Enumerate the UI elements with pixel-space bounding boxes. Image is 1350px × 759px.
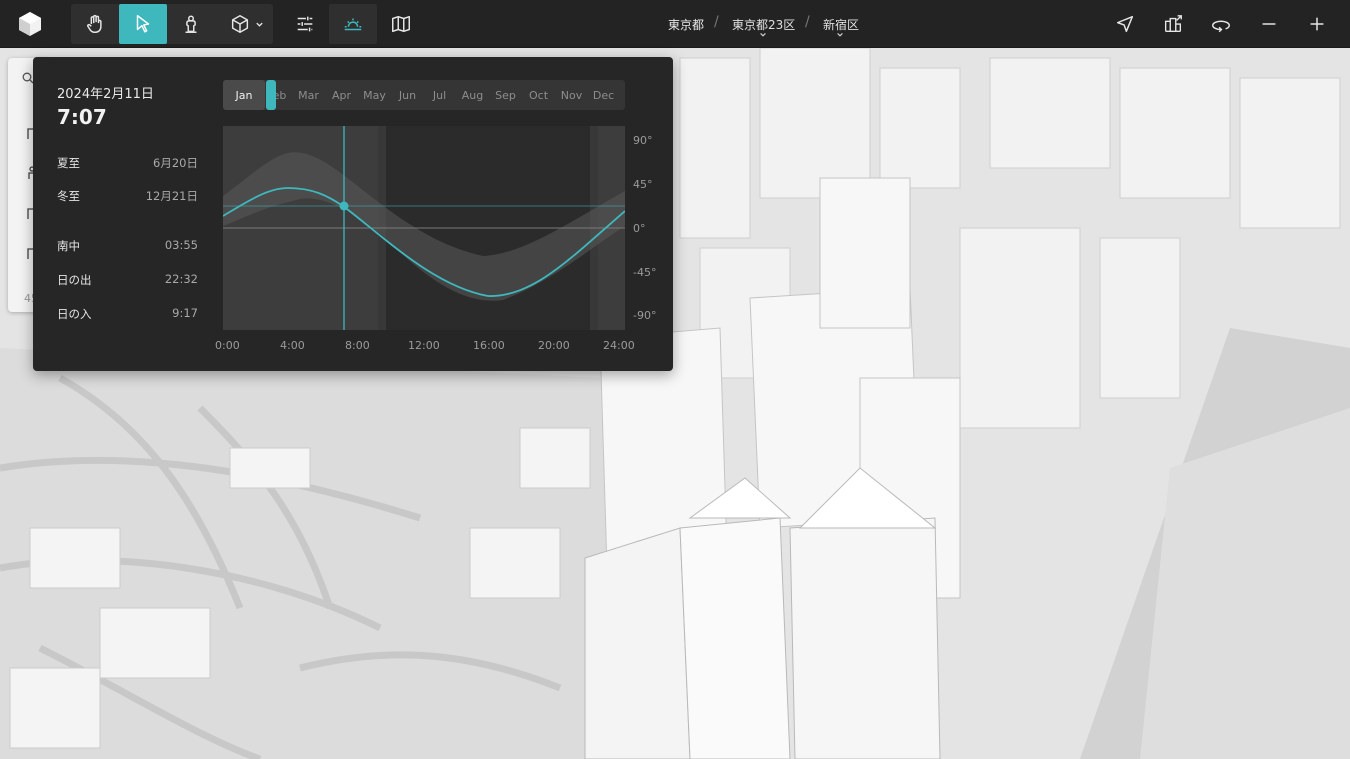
month-selector[interactable]: Jan eb Mar Apr May Jun Jul Aug Sep Oct N…	[223, 80, 625, 110]
top-toolbar: 東京都 / 東京都23区 / 新宿区	[0, 0, 1350, 48]
minus-icon	[1262, 23, 1276, 25]
sun-position-panel: 2024年2月11日 7:07 夏至 6月20日 冬至 12月21日 南中 03…	[33, 57, 673, 371]
hand-tool-button[interactable]	[71, 4, 119, 44]
month-aug[interactable]: Aug	[456, 80, 489, 110]
month-sep[interactable]: Sep	[489, 80, 522, 110]
winter-solstice-label: 冬至	[57, 189, 80, 203]
month-nov[interactable]: Nov	[555, 80, 588, 110]
x-tick-label: 12:00	[408, 339, 440, 352]
month-oct[interactable]: Oct	[522, 80, 555, 110]
map-layer-button[interactable]	[377, 4, 425, 44]
pedestrian-tool-button[interactable]	[167, 4, 215, 44]
culmination-label: 南中	[57, 239, 80, 253]
month-mar[interactable]: Mar	[292, 80, 325, 110]
sun-position-marker[interactable]	[339, 201, 349, 211]
summer-solstice-value[interactable]: 6月20日	[153, 155, 198, 171]
x-tick-label: 20:00	[538, 339, 570, 352]
sun-position-button[interactable]	[329, 4, 377, 44]
month-dec[interactable]: Dec	[587, 80, 620, 110]
x-tick-label: 4:00	[280, 339, 305, 352]
y-tick-label: -90°	[633, 309, 657, 322]
sun-altitude-chart[interactable]	[223, 126, 625, 330]
navigate-button[interactable]	[1101, 4, 1149, 44]
month-apr[interactable]: Apr	[325, 80, 358, 110]
orbit-icon	[1212, 20, 1230, 33]
chevron-down-icon	[256, 22, 263, 27]
x-tick-label: 0:00	[215, 339, 240, 352]
pedestrian-icon	[185, 15, 197, 33]
sunset-value: 9:17	[172, 306, 198, 320]
pointer-icon	[136, 15, 150, 33]
x-tick-label: 8:00	[345, 339, 370, 352]
zoom-out-button[interactable]	[1245, 4, 1293, 44]
month-jul[interactable]: Jul	[423, 80, 456, 110]
settings-button[interactable]	[281, 4, 329, 44]
selected-date: 2024年2月11日	[57, 87, 154, 102]
month-may[interactable]: May	[358, 80, 391, 110]
cube-icon	[231, 15, 249, 33]
x-tick-label: 16:00	[473, 339, 505, 352]
chevron-down-icon[interactable]	[759, 31, 767, 39]
y-tick-label: 45°	[633, 178, 653, 191]
sunrise-icon	[344, 18, 362, 31]
sunrise-label: 日の出	[57, 273, 92, 287]
breadcrumb-prefecture[interactable]: 東京都	[668, 16, 704, 33]
sliders-icon	[297, 16, 313, 32]
selected-time: 7:07	[57, 105, 107, 129]
orbit-button[interactable]	[1197, 4, 1245, 44]
zoom-in-button[interactable]	[1293, 4, 1341, 44]
export-icon	[1164, 15, 1182, 33]
app-logo-icon[interactable]	[18, 11, 42, 37]
culmination-value: 03:55	[164, 238, 198, 252]
plus-icon	[1310, 17, 1324, 31]
summer-solstice-label: 夏至	[57, 156, 80, 170]
y-tick-label: 0°	[633, 222, 646, 235]
month-slider-handle[interactable]	[266, 80, 276, 110]
sunset-label: 日の入	[57, 307, 92, 321]
month-jun[interactable]: Jun	[391, 80, 424, 110]
x-tick-label: 24:00	[603, 339, 635, 352]
hand-icon	[87, 14, 102, 33]
sunrise-value: 22:32	[164, 272, 198, 286]
breadcrumb-separator: /	[714, 14, 719, 30]
breadcrumb-separator: /	[805, 14, 810, 30]
select-tool-button[interactable]	[119, 4, 167, 44]
winter-solstice-value[interactable]: 12月21日	[146, 188, 198, 204]
y-tick-label: 90°	[633, 134, 653, 147]
object-tool-dropdown[interactable]	[215, 4, 271, 44]
chevron-down-icon[interactable]	[836, 31, 844, 39]
y-tick-label: -45°	[633, 266, 657, 279]
navigate-icon	[1116, 15, 1134, 33]
map-icon	[392, 15, 410, 33]
month-jan[interactable]: Jan	[223, 80, 265, 110]
export-button[interactable]	[1149, 4, 1197, 44]
